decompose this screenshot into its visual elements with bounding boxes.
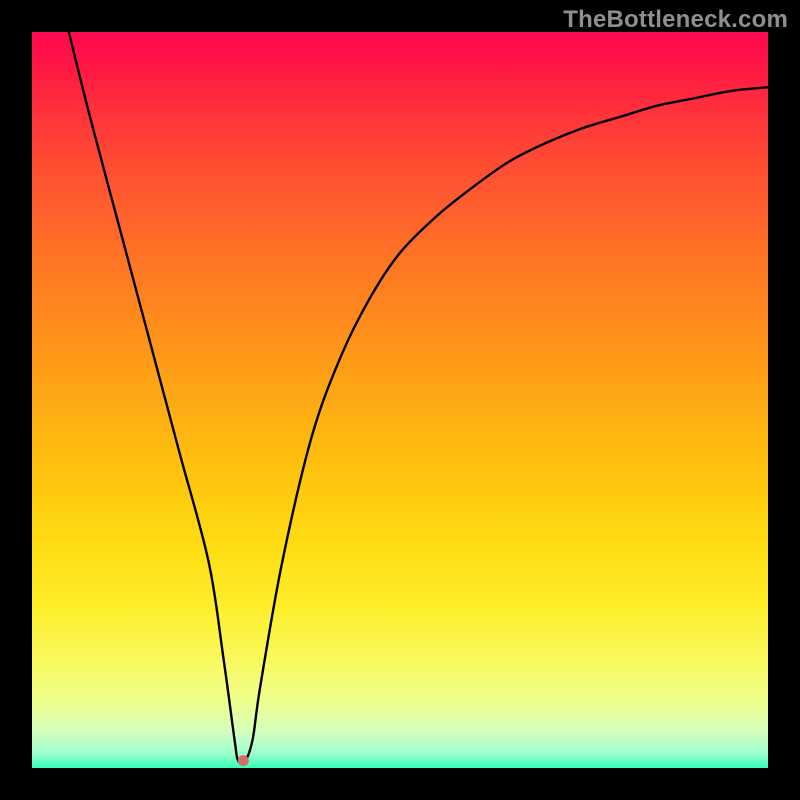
chart-svg <box>32 32 768 768</box>
minimum-marker <box>238 755 249 766</box>
chart-container: TheBottleneck.com <box>0 0 800 800</box>
plot-area <box>32 32 768 768</box>
curve-group <box>69 32 768 766</box>
watermark-text: TheBottleneck.com <box>563 6 788 34</box>
bottleneck-curve <box>69 32 768 763</box>
